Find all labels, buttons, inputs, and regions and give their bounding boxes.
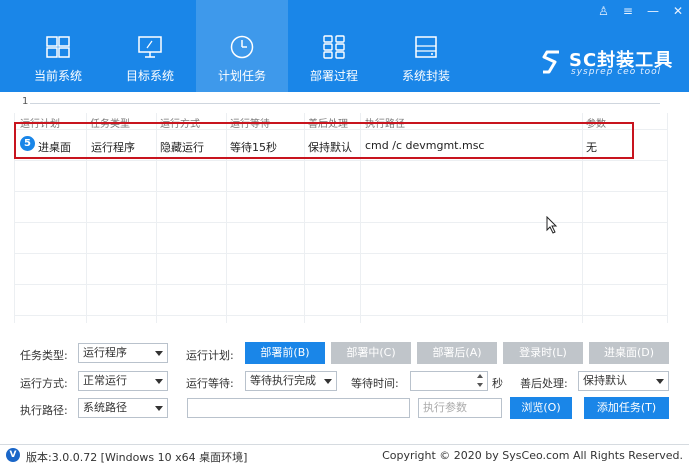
run-wait-select[interactable]: 等待执行完成 (245, 371, 337, 391)
plan-after-deploy-button[interactable]: 部署后(A) (417, 342, 497, 364)
run-wait-label: 运行等待: (186, 377, 234, 390)
tab-current-system[interactable]: 当前系统 (12, 0, 104, 92)
grid-line (667, 113, 668, 323)
exec-param-input[interactable]: 执行参数 (418, 398, 502, 418)
after-value: 保持默认 (583, 374, 627, 387)
exec-path-input[interactable] (187, 398, 410, 418)
copyright-text: Copyright © 2020 by SysCeo.com All Right… (382, 449, 683, 462)
after-label: 善后处理: (520, 377, 568, 390)
title-bar: ♙ ≡ — ✕ 当前系统 目标系统 计划任务 部署过程 系统封装 SC封装工具 … (0, 0, 689, 92)
tab-scheduled-tasks[interactable]: 计划任务 (196, 0, 288, 92)
version-icon: V (6, 448, 20, 462)
sc-logo-icon (542, 50, 559, 74)
wait-time-label: 等待时间: (351, 377, 399, 390)
grid-line (14, 315, 668, 316)
run-plan-label: 运行计划: (186, 349, 234, 362)
wait-time-unit: 秒 (492, 377, 503, 390)
menu-icon[interactable]: ≡ (623, 4, 633, 18)
after-select[interactable]: 保持默认 (578, 371, 669, 391)
logo-subtitle: sysprep ceo tool (571, 67, 662, 77)
run-mode-label: 运行方式: (20, 377, 68, 390)
exec-path-label: 执行路径: (20, 404, 68, 417)
grid-line (14, 284, 668, 285)
grid-line (14, 160, 668, 161)
exec-path-select[interactable]: 系统路径 (78, 398, 168, 418)
tab-label: 部署过程 (309, 69, 358, 83)
status-bar: V 版本:3.0.0.72 [Windows 10 x64 桌面环境] Copy… (0, 444, 689, 465)
grid-icon (323, 35, 345, 59)
tab-deploy-process[interactable]: 部署过程 (288, 0, 380, 92)
tab-label: 计划任务 (217, 69, 266, 83)
user-icon[interactable]: ♙ (598, 4, 609, 18)
grid-line (14, 191, 668, 192)
plan-before-deploy-button[interactable]: 部署前(B) (245, 342, 325, 364)
tab-label: 目标系统 (125, 69, 174, 83)
plan-desktop-button[interactable]: 进桌面(D) (589, 342, 669, 364)
windows-icon (46, 36, 70, 58)
window-controls: ♙ ≡ — ✕ (598, 4, 683, 18)
chevron-down-icon (155, 406, 163, 411)
run-wait-value: 等待执行完成 (250, 374, 316, 387)
task-type-select[interactable]: 运行程序 (78, 343, 168, 363)
chevron-down-icon (656, 379, 664, 384)
tab-label: 系统封装 (401, 69, 450, 83)
minimize-icon[interactable]: — (647, 4, 659, 18)
close-icon[interactable]: ✕ (673, 4, 683, 18)
version-text: 版本:3.0.0.72 [Windows 10 x64 桌面环境] (26, 451, 248, 464)
plan-login-button[interactable]: 登录时(L) (503, 342, 583, 364)
run-mode-value: 正常运行 (83, 374, 127, 387)
run-mode-select[interactable]: 正常运行 (78, 371, 168, 391)
app-logo: SC封装工具 sysprep ceo tool (535, 44, 685, 80)
page-divider (30, 103, 660, 104)
add-task-button[interactable]: 添加任务(T) (584, 397, 669, 419)
chevron-down-icon (155, 351, 163, 356)
exec-path-value: 系统路径 (83, 401, 127, 414)
row-highlight-box (14, 122, 634, 159)
task-type-label: 任务类型: (20, 349, 68, 362)
tab-target-system[interactable]: 目标系统 (104, 0, 196, 92)
browse-button[interactable]: 浏览(O) (510, 397, 572, 419)
chevron-down-icon (324, 379, 332, 384)
mouse-cursor-icon (546, 216, 558, 234)
tab-system-package[interactable]: 系统封装 (380, 0, 472, 92)
stepper-arrows-icon[interactable] (476, 371, 486, 391)
clock-icon (230, 35, 254, 59)
grid-line (14, 222, 668, 223)
grid-line (14, 253, 668, 254)
tab-label: 当前系统 (33, 69, 82, 83)
page-number[interactable]: 1 (22, 96, 28, 107)
chevron-down-icon (155, 379, 163, 384)
task-type-value: 运行程序 (83, 346, 127, 359)
monitor-icon (138, 36, 162, 58)
exec-param-placeholder: 执行参数 (423, 401, 467, 414)
drive-icon (415, 36, 437, 58)
plan-during-deploy-button[interactable]: 部署中(C) (331, 342, 411, 364)
